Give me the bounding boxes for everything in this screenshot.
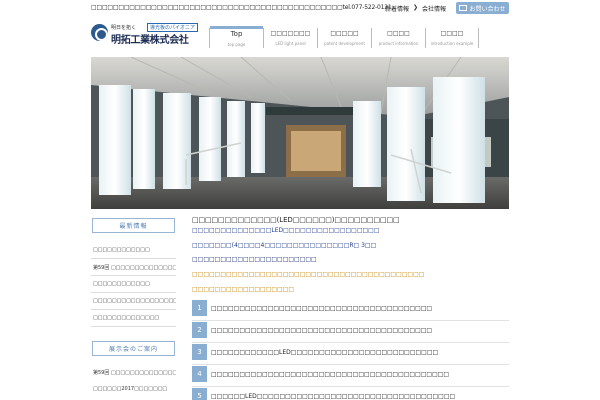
step-text: □□□□□□□□□□□□LED□□□□□□□□□□□□□□□□□□□□□□□□□… [211,349,439,356]
step-text: □□□□□□□□□□□□□□□□□□□□□□□□□□□□□□□□□□□□□□□□… [211,371,450,378]
main-content: □□□□□□□□□□□□□(LED□□□□□□)□□□□□□□□□□ □□□□□… [192,215,509,400]
nav-sublabel: introduction example [430,41,474,46]
list-item[interactable]: □□□□□□□□□□□□□□ [91,310,176,327]
nav-label: □□□□□□□ [270,30,311,37]
news-header: 最新情報 [92,218,175,233]
hero-photo-illustration [91,57,509,209]
nav-sublabel: LED light panel [275,41,306,46]
step-row[interactable]: 1 □□□□□□□□□□□□□□□□□□□□□□□□□□□□□□□□□□□□□□… [192,300,509,321]
toplink-company[interactable]: 会社情報 [422,4,446,13]
list-item[interactable]: □□□□□□2017□□□□□□□ [91,381,176,398]
contact-button[interactable]: お問い合わせ [456,2,509,14]
list-item[interactable]: □□□□□□□□□□□□ [91,242,176,259]
hero-image [91,57,509,209]
step-number: 3 [192,344,207,360]
step-number: 5 [192,388,207,400]
list-item[interactable]: □□□□□□□□□□□□□□□□□□□□□□□ [91,293,176,310]
intro-line: □□□□□□□□□□□□□□□□□□ [192,286,295,293]
top-links: 新着情報 ❯ 会社情報 [385,4,446,13]
nav-led-light-panel[interactable]: □□□□□□□ LED light panel [263,28,317,48]
exhibit-list: 第59回 □□□□□□□□□□□□□□□□□□□□□ □□□□□□2017□□□… [91,364,176,398]
intro-line: □□□□□□□□□□□□□□□□□□□□□□ [192,256,317,263]
step-row[interactable]: 2 □□□□□□□□□□□□□□□□□□□□□□□□□□□□□□□□□□□□□□… [192,322,509,343]
nav-patent-development[interactable]: □□□□□ patent development [317,28,371,48]
chevron-right-icon: ❯ [413,4,419,11]
logo-slogan: 明日を拓く [111,25,137,31]
step-number: 4 [192,366,207,382]
nav-sublabel: product information [378,41,419,46]
nav-top[interactable]: Top top page [209,26,263,48]
nav-introduction-example[interactable]: □□□□ introduction example [425,28,479,48]
main-nav: Top top page □□□□□□□ LED light panel □□□… [209,26,479,48]
list-item[interactable]: 第59回 □□□□□□□□□□□□□□□□□□□□□ [91,259,176,276]
nav-label: □□□□ [387,30,410,37]
step-row[interactable]: 3 □□□□□□□□□□□□LED□□□□□□□□□□□□□□□□□□□□□□□… [192,344,509,365]
step-row[interactable]: 4 □□□□□□□□□□□□□□□□□□□□□□□□□□□□□□□□□□□□□□… [192,366,509,387]
top-strip: □□□□□□□□□□□□□□□□□□□□□□□□□□□□□□□□□□□□□□□□… [0,0,600,18]
intro-line: □□□□□□□□□□□□□□□□□□□□□□□□□□□□□□□□□□□□□□□□… [192,271,425,278]
steps-list: 1 □□□□□□□□□□□□□□□□□□□□□□□□□□□□□□□□□□□□□□… [192,300,509,400]
toplink-news[interactable]: 新着情報 [385,4,409,13]
page-title: □□□□□□□□□□□□□(LED□□□□□□)□□□□□□□□□□ [192,216,400,224]
list-item[interactable]: 第59回 □□□□□□□□□□□□□□□□□□□□□ [91,364,176,381]
nav-label: □□□□ [440,30,464,37]
intro-line: □□□□□□□□□□□□□□LED□□□□□□□□□□□□□□□□□ [192,227,380,234]
list-item[interactable]: □□□□□□□□□□□□ [91,276,176,293]
nav-product-information[interactable]: □□□□ product information [371,28,425,48]
logo-mark-icon [91,24,108,41]
step-number: 2 [192,322,207,338]
nav-sublabel: top page [227,42,246,47]
step-text: □□□□□□□□□□□□□□□□□□□□□□□□□□□□□□□□□□□□□□□ [211,305,433,312]
step-number: 1 [192,300,207,316]
step-text: □□□□□□□□□□□□□□□□□□□□□□□□□□□□□□□□□□□□□□□ [211,327,433,334]
news-list: □□□□□□□□□□□□ 第59回 □□□□□□□□□□□□□ □□□□□□□□ … [91,242,176,327]
step-text: □□□□□□LED□□□□□□□□□□□□□□□□□□□□□□□□□□□□□□□… [211,393,456,400]
contact-label: お問い合わせ [469,5,506,13]
nav-label: □□□□□ [330,30,359,37]
nav-sublabel: patent development [324,41,365,46]
step-row[interactable]: 5 □□□□□□LED□□□□□□□□□□□□□□□□□□□□□□□□□□□□□… [192,388,509,400]
mail-icon [459,5,468,11]
sidebar: 最新情報 □□□□□□□□□□□□ 第59回 □□□□□□□□□□□□□ □□□□… [91,218,176,398]
company-logo[interactable]: 明日を拓く 導光板のパイオニア 明拓工業株式会社 [91,23,199,47]
intro-line: □□□□□□□(4□□□□4□□□□□□□□□□□□□□□R□ 3□□ [192,242,377,249]
site-tagline: □□□□□□□□□□□□□□□□□□□□□□□□□□□□□□□□□□□□□□□□… [91,4,392,11]
logo-company-name: 明拓工業株式会社 [111,35,189,46]
nav-label: Top [230,30,243,38]
exhibit-header: 展示会のご案内 [92,341,175,356]
